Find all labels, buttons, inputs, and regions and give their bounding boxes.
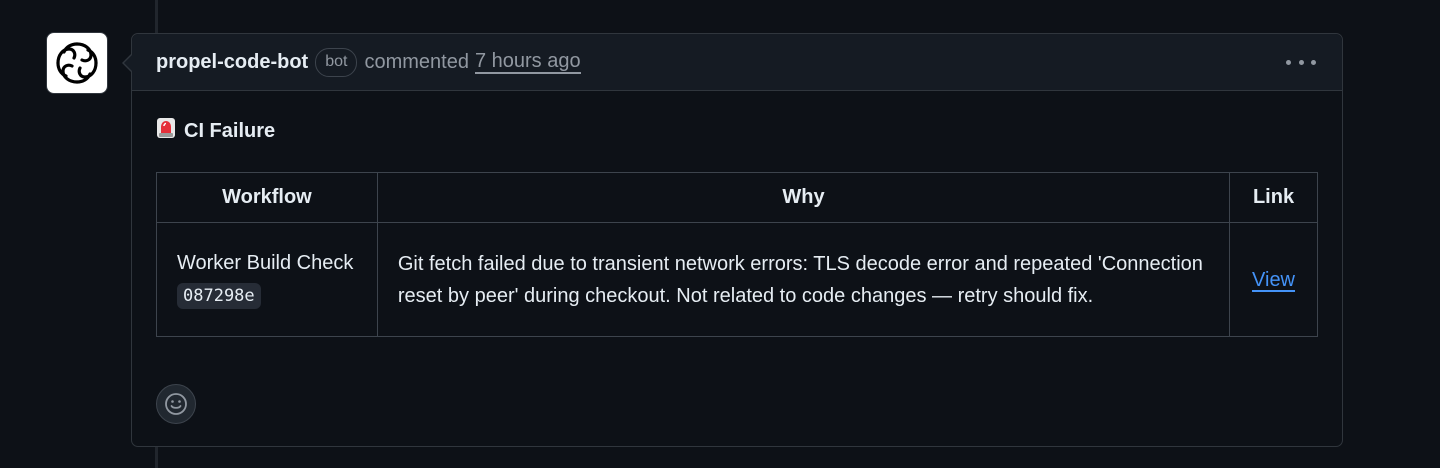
kebab-horizontal-icon[interactable] [1286,52,1316,72]
add-reaction-button[interactable] [156,384,196,424]
smiley-icon [165,393,187,415]
view-link[interactable]: View [1252,269,1295,291]
propel-logo-icon [56,42,98,84]
avatar[interactable] [46,32,108,94]
bot-badge: bot [315,47,358,77]
comment-action: commented [364,50,469,73]
comment-heading: CI Failure [156,118,1318,144]
ci-failure-table: Workflow Why Link Worker Build Check 087… [156,172,1318,337]
table-row: Worker Build Check 087298e Git fetch fai… [156,222,1318,337]
comment-box: propel-code-bot bot commented 7 hours ag… [122,33,1343,447]
heading-text: CI Failure [184,119,276,142]
why-cell: Git fetch failed due to transient networ… [376,222,1231,337]
more-dot [1298,59,1304,65]
link-cell: View [1229,222,1318,337]
more-dot [1286,59,1291,65]
author-link[interactable]: propel-code-bot [156,51,308,74]
more-dot [1311,59,1316,65]
workflow-name: Worker Build Check [177,252,354,274]
column-header-link: Link [1229,172,1318,223]
commit-sha: 087298e [177,283,261,309]
column-header-workflow: Workflow [156,172,378,223]
timestamp-link[interactable]: 7 hours ago [474,50,581,74]
comment-header: propel-code-bot bot commented 7 hours ag… [122,34,1342,91]
comment-body: CI Failure Workflow Why Link Worker Buil… [132,91,1342,337]
workflow-cell: Worker Build Check 087298e [156,222,378,337]
comment-arrow-fill [124,54,133,72]
siren-icon [156,117,176,145]
column-header-why: Why [376,172,1231,223]
table-header-row: Workflow Why Link [156,172,1318,223]
